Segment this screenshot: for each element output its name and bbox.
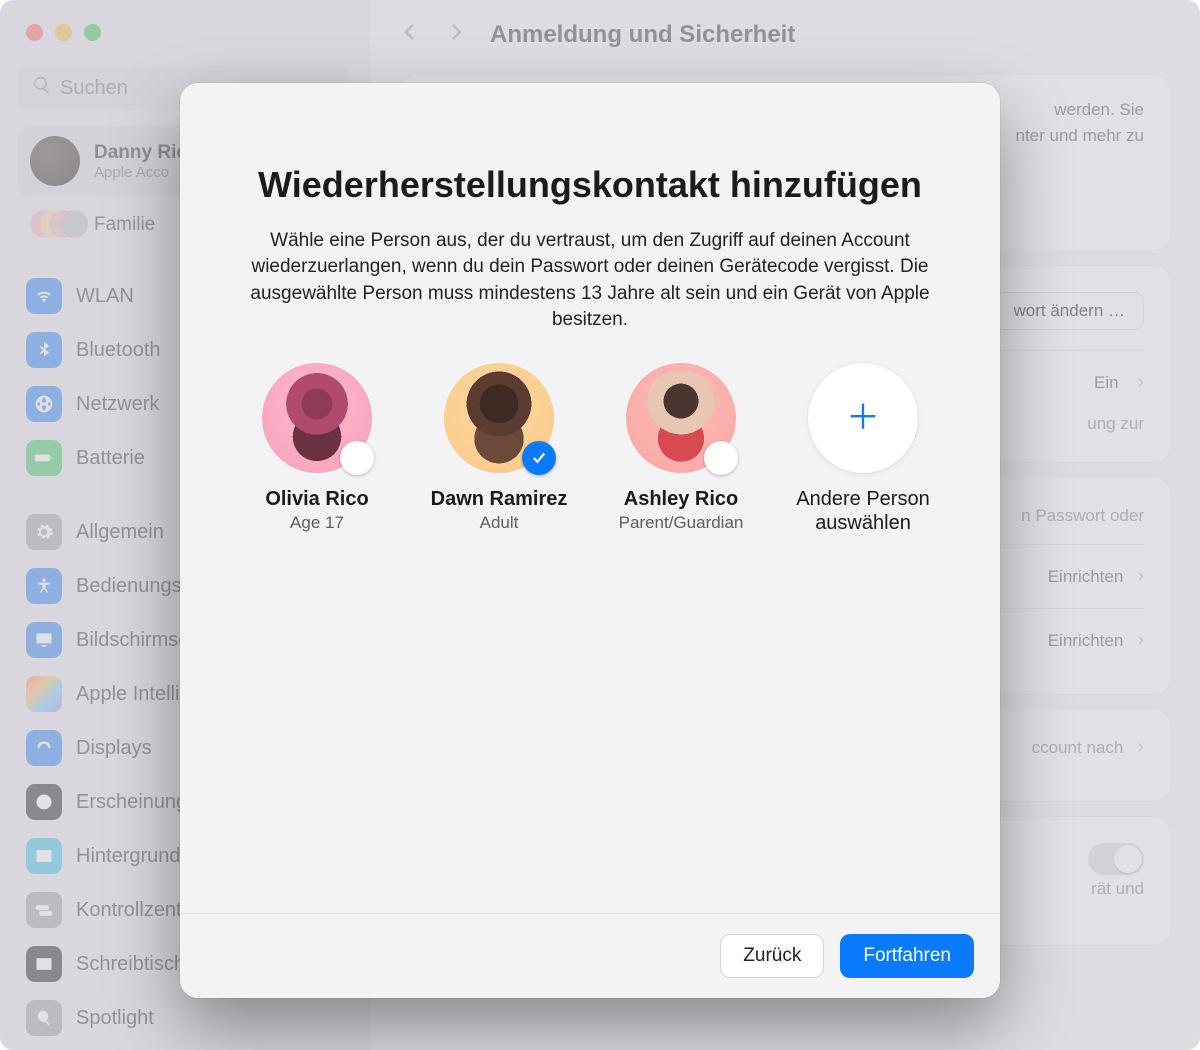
checkmark-icon	[530, 449, 548, 467]
system-settings-window: Danny Ric Apple Acco Familie WLAN Blueto…	[0, 0, 1200, 1050]
back-button[interactable]: Zurück	[720, 934, 824, 978]
avatar	[262, 363, 372, 473]
selection-indicator	[704, 441, 738, 475]
avatar	[626, 363, 736, 473]
add-circle: ＋	[808, 363, 918, 473]
person-option-ashley[interactable]: Ashley Rico Parent/Guardian	[604, 363, 758, 535]
continue-button[interactable]: Fortfahren	[840, 934, 974, 978]
choose-other-person[interactable]: ＋ Andere Person auswählen	[786, 363, 940, 535]
dialog-title: Wiederherstellungskontakt hinzufügen	[240, 163, 940, 206]
dialog-footer: Zurück Fortfahren	[180, 913, 1000, 998]
selection-indicator-selected	[522, 441, 556, 475]
person-role: Parent/Guardian	[619, 513, 744, 533]
people-picker: Olivia Rico Age 17 Dawn Ramirez Adult	[240, 363, 940, 535]
selection-indicator	[340, 441, 374, 475]
add-recovery-contact-dialog: Wiederherstellungskontakt hinzufügen Wäh…	[180, 83, 1000, 998]
other-person-label: Andere Person auswählen	[786, 487, 940, 535]
person-name: Ashley Rico	[624, 487, 738, 511]
person-option-olivia[interactable]: Olivia Rico Age 17	[240, 363, 394, 535]
person-option-dawn[interactable]: Dawn Ramirez Adult	[422, 363, 576, 535]
plus-icon: ＋	[846, 401, 880, 435]
person-name: Olivia Rico	[265, 487, 368, 511]
dialog-description: Wähle eine Person aus, der du vertraust,…	[240, 228, 940, 333]
avatar	[444, 363, 554, 473]
person-name: Dawn Ramirez	[431, 487, 568, 511]
person-role: Age 17	[290, 513, 344, 533]
person-role: Adult	[480, 513, 519, 533]
